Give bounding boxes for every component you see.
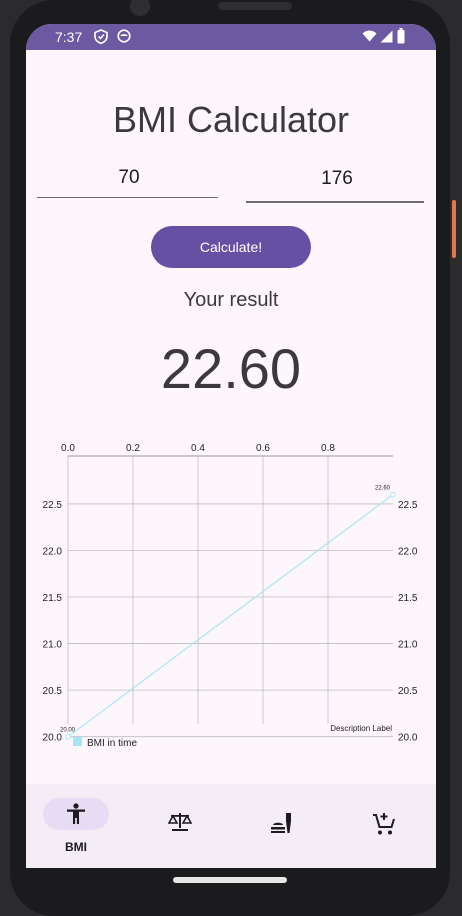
weight-input[interactable] <box>37 162 221 194</box>
chart-y-tick-label-left: 20.5 <box>43 686 63 697</box>
lunch-dining-icon[interactable] <box>270 812 294 834</box>
chart-data-point <box>390 491 396 498</box>
chart-y-tick-label-left: 21.5 <box>43 593 63 604</box>
chart-series-line <box>67 494 394 738</box>
chart-x-tick-label: 0.2 <box>126 443 140 454</box>
chart-data-label: 20.00 <box>60 728 76 734</box>
chart-x-tick-label: 0.4 <box>191 443 205 454</box>
result-label: Your result <box>183 289 279 311</box>
nav-item-bmi[interactable] <box>43 798 109 830</box>
height-input-underline <box>246 201 424 203</box>
chart-data-label: 22.60 <box>375 486 391 492</box>
legend-swatch <box>73 737 82 746</box>
chart-x-tick-label: 0.0 <box>61 443 75 454</box>
accessibility-icon <box>67 803 85 824</box>
battery-icon <box>397 28 405 44</box>
app-title: BMI Calculator <box>112 99 350 140</box>
sync-icon <box>117 29 131 43</box>
chart-y-tick-label-right: 21.0 <box>398 640 418 651</box>
chart-y-ticks: 20.0 20.0 20.5 20.5 21.0 21.0 21.5 21.5 22.0 22.0… <box>43 500 418 744</box>
chart-grid <box>67 455 393 738</box>
power-button <box>452 200 456 258</box>
chart-y-tick-label-left: 20.0 <box>43 733 63 744</box>
chart-y-tick-label-right: 20.0 <box>398 733 418 744</box>
home-indicator[interactable] <box>173 877 287 883</box>
wifi-icon <box>362 30 377 42</box>
app-screen: 7:37 BMI Calculator Calculate! Your resu… <box>26 24 436 868</box>
chart-description-label: Description Label <box>330 724 392 733</box>
chart-y-tick-label-right: 22.5 <box>398 500 418 511</box>
legend-label: BMI in time <box>87 738 137 749</box>
bmi-chart: 0.0 0.2 0.4 0.6 0.8 20.0 20.0 20.5 20.5 21.0 21.0… <box>43 443 418 749</box>
shield-icon <box>94 29 108 44</box>
camera <box>130 0 150 16</box>
chart-y-tick-label-left: 22.0 <box>43 546 63 557</box>
calculate-button[interactable]: Calculate! <box>151 226 311 268</box>
height-input[interactable] <box>246 163 428 195</box>
chart-y-tick-label-right: 22.0 <box>398 546 418 557</box>
scale-icon[interactable] <box>168 812 192 832</box>
chart-x-ticks: 0.0 0.2 0.4 0.6 0.8 <box>61 443 335 454</box>
add-shopping-cart-icon[interactable] <box>372 812 396 836</box>
weight-input-underline <box>37 197 218 198</box>
chart-x-tick-label: 0.8 <box>321 443 335 454</box>
result-value: 22.60 <box>160 337 302 400</box>
signal-icon <box>380 30 393 43</box>
bottom-navigation: BMI <box>26 784 436 868</box>
chart-x-tick-label: 0.6 <box>256 443 270 454</box>
chart-data-point <box>65 733 71 740</box>
chart-y-tick-label-right: 21.5 <box>398 593 418 604</box>
status-time: 7:37 <box>55 29 83 45</box>
chart-y-tick-label-left: 22.5 <box>43 500 63 511</box>
chart-y-tick-label-left: 21.0 <box>43 640 63 651</box>
status-bar: 7:37 <box>26 24 436 50</box>
chart-series: 20.00 22.60 <box>60 486 396 740</box>
speaker <box>218 2 292 10</box>
chart-y-tick-label-right: 20.5 <box>398 686 418 697</box>
nav-label-bmi: BMI <box>65 840 87 854</box>
